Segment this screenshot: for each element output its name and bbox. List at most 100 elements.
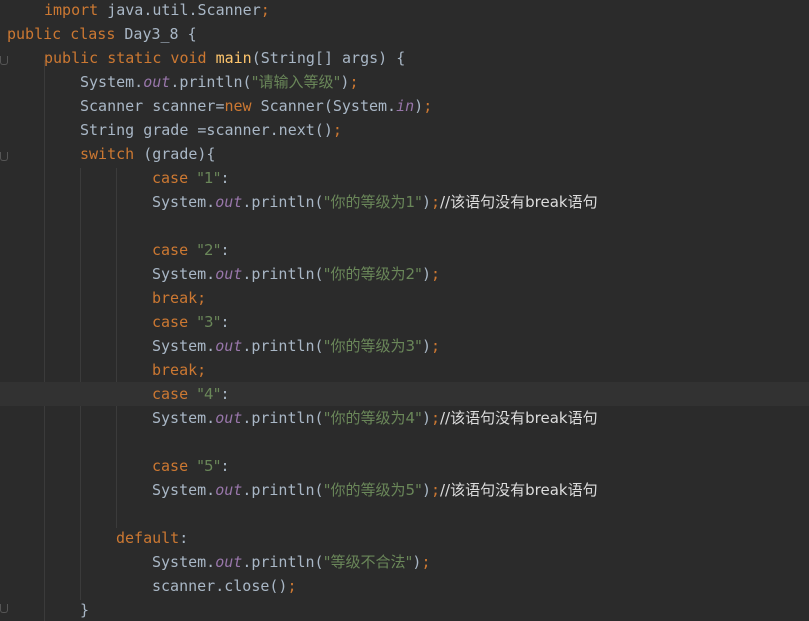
code-token: : xyxy=(220,385,230,403)
code-line[interactable]: } xyxy=(0,598,809,621)
code-token: new xyxy=(224,97,261,115)
code-editor[interactable]: import java.util.Scanner; public class Da… xyxy=(0,0,809,621)
code-token: //该语句没有break语句 xyxy=(440,481,598,499)
code-token: ; xyxy=(421,553,431,571)
code-token: Day3_8 { xyxy=(124,25,197,43)
code-token: "等级不合法" xyxy=(323,553,413,571)
code-token: System. xyxy=(152,481,216,499)
code-line[interactable]: case "5": xyxy=(0,454,809,478)
code-token: ; xyxy=(430,409,440,427)
code-token: System. xyxy=(152,409,216,427)
code-line-text: String grade =scanner.next(); xyxy=(80,118,342,142)
code-token: ) xyxy=(414,97,424,115)
code-token: out xyxy=(215,265,243,283)
code-token: System. xyxy=(152,337,216,355)
code-token: ) xyxy=(421,409,431,427)
code-token: .println( xyxy=(242,481,324,499)
code-line[interactable]: System.out.println("你的等级为2"); xyxy=(0,262,809,286)
code-token: "请输入等级" xyxy=(251,73,341,91)
code-line[interactable]: default: xyxy=(0,526,809,550)
code-token: System. xyxy=(152,553,216,571)
code-token: : xyxy=(220,457,230,475)
code-line-text: public static void main(String[] args) { xyxy=(44,46,405,70)
code-line-text: System.out.println("请输入等级"); xyxy=(80,70,358,94)
code-token: "1" xyxy=(197,169,221,187)
code-token: ; xyxy=(332,121,342,139)
code-token: .println( xyxy=(242,193,324,211)
code-line[interactable]: System.out.println("你的等级为3"); xyxy=(0,334,809,358)
code-line-text: case "2": xyxy=(152,238,230,262)
code-token: out xyxy=(215,337,243,355)
code-token: ; xyxy=(287,577,297,595)
code-token: System. xyxy=(152,265,216,283)
code-line-text: case "4": xyxy=(152,382,230,406)
code-token: (grade){ xyxy=(143,145,216,163)
code-line[interactable] xyxy=(0,502,809,526)
code-token: "5" xyxy=(197,457,221,475)
code-line[interactable]: switch (grade){ xyxy=(0,142,809,166)
code-token: case xyxy=(152,241,198,259)
code-line-text: case "5": xyxy=(152,454,230,478)
code-line[interactable]: System.out.println("你的等级为1");//该语句没有brea… xyxy=(0,190,809,214)
code-line[interactable]: public class Day3_8 { xyxy=(0,22,809,46)
code-token: ; xyxy=(430,193,440,211)
code-line[interactable]: System.out.println("你的等级为4");//该语句没有brea… xyxy=(0,406,809,430)
code-token: "2" xyxy=(197,241,221,259)
code-token: ; xyxy=(430,481,440,499)
code-token: : xyxy=(179,529,189,547)
code-line[interactable]: case "3": xyxy=(0,310,809,334)
code-token: public class xyxy=(7,25,125,43)
code-line-text: case "1": xyxy=(152,166,230,190)
code-line[interactable]: case "1": xyxy=(0,166,809,190)
code-line-text: switch (grade){ xyxy=(80,142,215,166)
code-token: break; xyxy=(152,289,207,307)
code-line[interactable]: scanner.close(); xyxy=(0,574,809,598)
code-line[interactable]: public static void main(String[] args) { xyxy=(0,46,809,70)
code-token: .println( xyxy=(242,553,324,571)
code-line-text: default: xyxy=(116,526,188,550)
code-token: System. xyxy=(80,73,144,91)
code-token: //该语句没有break语句 xyxy=(440,193,598,211)
code-token: ) xyxy=(421,193,431,211)
code-token: out xyxy=(215,409,243,427)
code-token: default xyxy=(116,529,180,547)
code-token: ) xyxy=(421,265,431,283)
code-line[interactable]: break; xyxy=(0,286,809,310)
code-token: (String[] args) { xyxy=(251,49,406,67)
code-token: .println( xyxy=(170,73,252,91)
code-token: case xyxy=(152,313,198,331)
code-line-text: case "3": xyxy=(152,310,230,334)
code-token: public static void xyxy=(44,49,216,67)
code-line-text: System.out.println("你的等级为4");//该语句没有brea… xyxy=(152,406,598,430)
code-token: //该语句没有break语句 xyxy=(440,409,598,427)
code-line[interactable]: break; xyxy=(0,358,809,382)
code-token: ; xyxy=(430,337,440,355)
code-token: : xyxy=(220,169,230,187)
code-line[interactable] xyxy=(0,430,809,454)
code-line[interactable]: case "4": xyxy=(0,382,809,406)
code-token: case xyxy=(152,457,198,475)
code-line[interactable]: System.out.println("等级不合法"); xyxy=(0,550,809,574)
code-line[interactable] xyxy=(0,214,809,238)
code-token: String grade =scanner.next() xyxy=(80,121,333,139)
code-token: ; xyxy=(260,1,270,19)
code-token: java.util.Scanner xyxy=(107,1,261,19)
code-token: switch xyxy=(80,145,144,163)
code-token: Scanner scanner= xyxy=(80,97,225,115)
code-token: ) xyxy=(421,337,431,355)
code-token: out xyxy=(215,193,243,211)
code-line[interactable]: Scanner scanner=new Scanner(System.in); xyxy=(0,94,809,118)
code-token: case xyxy=(152,385,198,403)
code-token: ) xyxy=(421,481,431,499)
code-line[interactable]: String grade =scanner.next(); xyxy=(0,118,809,142)
code-token: break; xyxy=(152,361,207,379)
code-token: scanner.close() xyxy=(152,577,288,595)
code-line[interactable]: System.out.println("你的等级为5");//该语句没有brea… xyxy=(0,478,809,502)
code-token: System. xyxy=(152,193,216,211)
code-line[interactable]: import java.util.Scanner; xyxy=(0,0,809,22)
code-token: case xyxy=(152,169,198,187)
code-line[interactable]: case "2": xyxy=(0,238,809,262)
code-token: "3" xyxy=(197,313,221,331)
code-line[interactable]: System.out.println("请输入等级"); xyxy=(0,70,809,94)
code-token: main xyxy=(215,49,252,67)
